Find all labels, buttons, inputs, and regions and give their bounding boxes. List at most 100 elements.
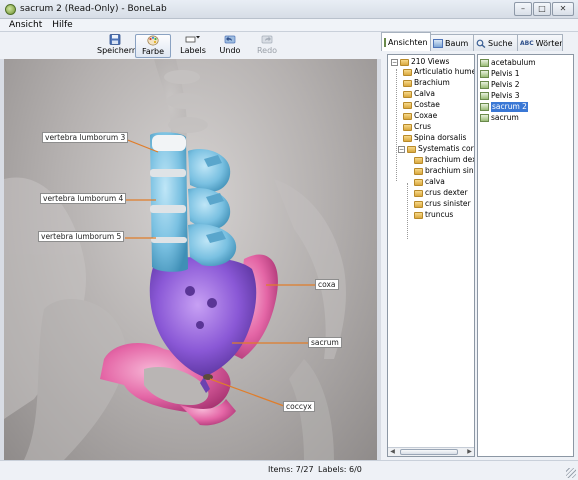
labels-button[interactable]: Labels (177, 34, 209, 58)
undo-label: Undo (219, 46, 241, 55)
tree-item-label: Calva (414, 89, 435, 98)
floppy-disk-icon (109, 34, 121, 45)
label-coccyx[interactable]: coccyx (283, 401, 315, 412)
tree-item[interactable]: Brachium (403, 78, 450, 88)
3d-viewport[interactable]: vertebra lumborum 3 vertebra lumborum 4 … (4, 59, 377, 460)
tree-item[interactable]: Calva (403, 89, 435, 99)
view-icon (480, 103, 489, 111)
list-item-label: acetabulum (491, 58, 536, 67)
tree-subitem[interactable]: truncus (414, 210, 453, 220)
list-item[interactable]: acetabulum (480, 58, 536, 68)
folder-icon (414, 189, 423, 197)
tab-suche[interactable]: Suche (473, 34, 518, 51)
collapse-icon[interactable]: − (398, 145, 405, 153)
label-vertebra-l3[interactable]: vertebra lumborum 3 (42, 132, 129, 143)
folder-icon (403, 134, 412, 142)
tree-item-label: Coxae (414, 111, 438, 120)
tab-ansichten[interactable]: Ansichten (381, 32, 431, 51)
menu-bar: Ansicht Hilfe (0, 19, 578, 32)
list-item-label: Pelvis 3 (491, 91, 520, 100)
color-label: Farbe (141, 47, 165, 56)
search-icon (476, 39, 486, 48)
tree-subitem[interactable]: brachium dextrum (414, 155, 474, 165)
right-panel: Ansichten Baum Suche ABC Wörter − 210 Vi… (381, 32, 578, 460)
tree-item[interactable]: Crus (403, 122, 431, 132)
list-item-label: sacrum 2 (491, 102, 528, 112)
tree-subitem[interactable]: calva (414, 177, 445, 187)
tab-baum-label: Baum (445, 38, 469, 48)
tree-root-label: 210 Views (411, 57, 450, 66)
undo-button[interactable]: Undo (218, 34, 242, 58)
folder-icon (414, 200, 423, 208)
toolbar: Speichern Farbe Labels Undo Redo (0, 32, 382, 59)
list-item-label: Pelvis 2 (491, 80, 520, 89)
folder-icon (414, 156, 423, 164)
menu-ansicht[interactable]: Ansicht (9, 19, 42, 31)
save-label: Speichern (97, 46, 137, 55)
scroll-right-icon[interactable]: ▶ (465, 448, 474, 456)
view-icon (480, 70, 489, 78)
tree-root[interactable]: − 210 Views (391, 57, 449, 67)
window-controls: – □ ✕ (514, 2, 574, 16)
tree-guide (407, 183, 408, 239)
label-dropdown-icon (185, 36, 200, 43)
list-item[interactable]: Pelvis 1 (480, 69, 520, 79)
label-coxa[interactable]: coxa (315, 279, 339, 290)
views-list[interactable]: acetabulum Pelvis 1 Pelvis 2 Pelvis 3 sa… (477, 54, 574, 457)
tree-subitem[interactable]: crus dexter (414, 188, 468, 198)
tree-subitem-label: brachium sinistrum (425, 166, 475, 175)
labels-count: Labels: 6/0 (318, 465, 362, 474)
resize-grip-icon[interactable] (566, 468, 576, 478)
redo-button[interactable]: Redo (256, 34, 278, 58)
scroll-left-icon[interactable]: ◀ (388, 448, 397, 456)
lumbar-spine (150, 132, 237, 272)
color-button[interactable]: Farbe (135, 34, 171, 58)
minimize-icon[interactable]: – (514, 2, 532, 16)
tree-subitem-label: crus dexter (425, 188, 468, 197)
view-icon (480, 114, 489, 122)
tree-item[interactable]: Articulatio humeri (403, 67, 474, 77)
redo-icon (261, 35, 273, 44)
tree-icon (433, 38, 443, 48)
label-vertebra-l4[interactable]: vertebra lumborum 4 (40, 193, 127, 204)
redo-label: Redo (256, 46, 278, 55)
skeleton-render (4, 59, 346, 460)
maximize-icon[interactable]: □ (533, 2, 551, 16)
folder-icon (414, 211, 423, 219)
tree-item[interactable]: Spina dorsalis (403, 133, 466, 143)
folder-icon (407, 145, 416, 153)
tree-subitem-label: brachium dextrum (425, 155, 474, 164)
view-icon (480, 59, 489, 67)
tree-horizontal-scrollbar[interactable]: ◀ ▶ (388, 447, 474, 456)
folder-icon (414, 178, 423, 186)
label-vertebra-l5[interactable]: vertebra lumborum 5 (38, 231, 125, 242)
tree-subitem-label: crus sinister (425, 199, 471, 208)
scroll-thumb[interactable] (400, 449, 458, 455)
tree-group[interactable]: − Systematis corporis (398, 144, 474, 154)
list-item[interactable]: Pelvis 2 (480, 80, 520, 90)
views-tree[interactable]: − 210 Views Articulatio humeri Brachium … (387, 54, 475, 457)
tree-subitem[interactable]: crus sinister (414, 199, 471, 209)
close-icon[interactable]: ✕ (552, 2, 574, 16)
undo-icon (224, 35, 236, 44)
view-icon (480, 81, 489, 89)
collapse-icon[interactable]: − (391, 58, 398, 66)
status-bar: Items: 7/27 Labels: 6/0 (0, 460, 578, 480)
label-sacrum[interactable]: sacrum (308, 337, 342, 348)
tree-item[interactable]: Coxae (403, 111, 437, 121)
window-title: sacrum 2 (Read-Only) - BoneLab (20, 4, 167, 14)
tree-subitem[interactable]: brachium sinistrum (414, 166, 475, 176)
save-button[interactable]: Speichern (97, 34, 137, 58)
tab-woerter[interactable]: ABC Wörter (517, 34, 563, 51)
list-item-selected[interactable]: sacrum 2 (480, 102, 528, 112)
tree-item-label: Brachium (414, 78, 450, 87)
folder-icon (403, 123, 412, 131)
list-item[interactable]: sacrum (480, 113, 519, 123)
tab-baum[interactable]: Baum (430, 34, 474, 51)
tree-item-label: Costae (414, 100, 440, 109)
folder-icon (414, 167, 423, 175)
tree-group-label: Systematis corporis (418, 144, 474, 153)
list-item[interactable]: Pelvis 3 (480, 91, 520, 101)
menu-hilfe[interactable]: Hilfe (52, 19, 72, 31)
tree-item[interactable]: Costae (403, 100, 440, 110)
